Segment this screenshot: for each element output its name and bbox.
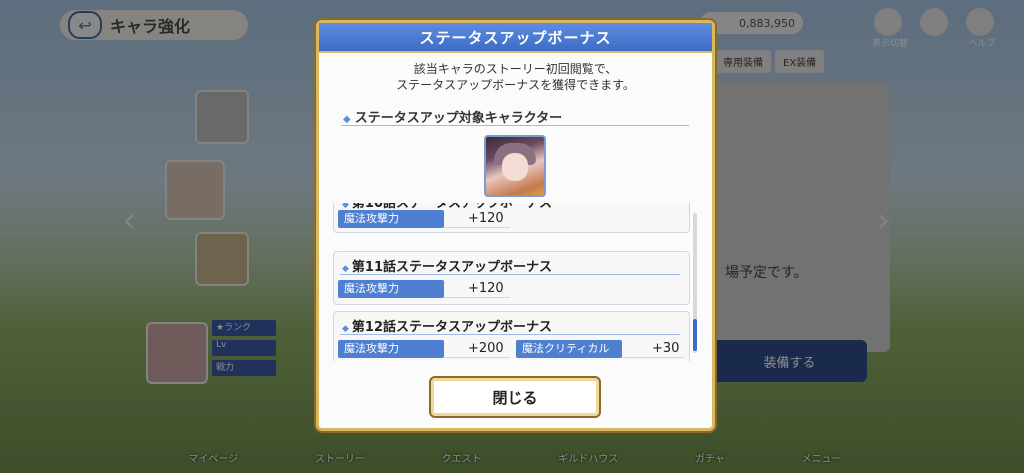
- stat-label: 魔法クリティカル: [516, 340, 622, 358]
- stat-value: +120: [468, 211, 504, 226]
- bonus-list[interactable]: ◆ 第10話ステータスアップボーナス 魔法攻撃力 +120 ◆ 第11話ステータスア…: [333, 203, 698, 361]
- stat-value: +200: [468, 341, 504, 356]
- stat-underline: [622, 357, 684, 358]
- dialog-header: ステータスアップボーナス: [319, 23, 712, 53]
- status-bonus-dialog: ステータスアップボーナス 該当キャラのストーリー初回閲覧で、 ステータスアップボ…: [316, 20, 715, 431]
- dialog-description: 該当キャラのストーリー初回閲覧で、 ステータスアップボーナスを獲得できます。: [319, 61, 712, 93]
- bonus-divider: [340, 334, 680, 335]
- stat-label: 魔法攻撃力: [338, 280, 444, 298]
- bonus-divider: [340, 274, 680, 275]
- diamond-bullet-icon: ◆: [342, 324, 349, 334]
- stat-underline: [444, 227, 510, 228]
- diamond-bullet-icon: ◆: [342, 203, 349, 210]
- section-heading: ◆ ステータスアップ対象キャラクター: [343, 107, 562, 126]
- target-character-portrait[interactable]: [484, 135, 546, 197]
- stat-label: 魔法攻撃力: [338, 340, 444, 358]
- section-divider: [341, 125, 689, 126]
- bonus-title: ◆ 第12話ステータスアップボーナス: [342, 316, 552, 335]
- stat-value: +120: [468, 281, 504, 296]
- close-button-label: 閉じる: [492, 388, 538, 407]
- close-button[interactable]: 閉じる: [429, 376, 601, 418]
- bonus-title-text: 第12話ステータスアップボーナス: [351, 320, 553, 335]
- bonus-title: ◆ 第11話ステータスアップボーナス: [342, 256, 552, 275]
- list-item: ◆ 第11話ステータスアップボーナス 魔法攻撃力 +120: [333, 251, 690, 305]
- section-heading-text: ステータスアップ対象キャラクター: [354, 111, 563, 126]
- stat-label: 魔法攻撃力: [338, 210, 444, 228]
- bonus-title-text: 第11話ステータスアップボーナス: [351, 260, 553, 275]
- list-item: ◆ 第12話ステータスアップボーナス 魔法攻撃力 +200 魔法クリティカル +3…: [333, 311, 690, 361]
- list-item: ◆ 第10話ステータスアップボーナス 魔法攻撃力 +120: [333, 203, 690, 233]
- scrollbar-thumb[interactable]: [693, 319, 697, 351]
- portrait-face: [502, 153, 528, 181]
- stat-underline: [444, 357, 510, 358]
- diamond-bullet-icon: ◆: [343, 114, 351, 125]
- diamond-bullet-icon: ◆: [342, 264, 349, 274]
- dialog-title: ステータスアップボーナス: [419, 28, 612, 47]
- description-line-2: ステータスアップボーナスを獲得できます。: [396, 78, 635, 92]
- stat-value: +30: [652, 341, 680, 356]
- stat-underline: [444, 297, 510, 298]
- description-line-1: 該当キャラのストーリー初回閲覧で、: [413, 62, 618, 76]
